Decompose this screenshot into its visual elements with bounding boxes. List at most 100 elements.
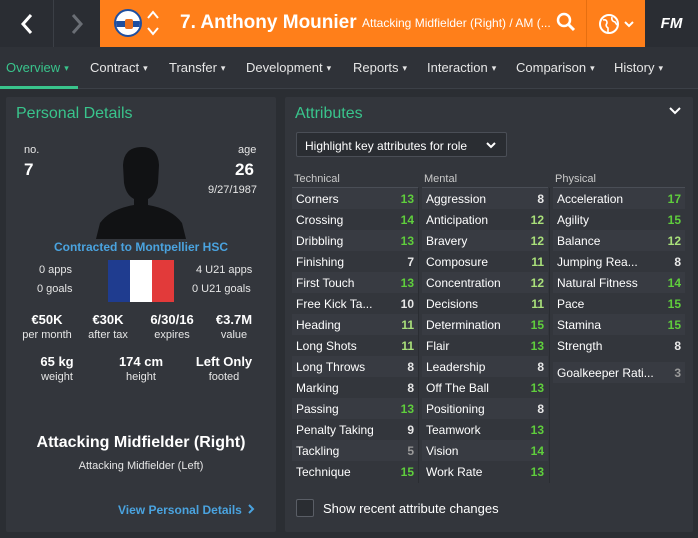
attribute-value: 13 [400,234,414,248]
show-recent-changes-checkbox[interactable] [296,499,314,517]
attribute-name: Strength [557,339,603,353]
tab-interaction[interactable]: Interaction ▾ [427,60,496,75]
attribute-name: Anticipation [426,213,489,227]
attribute-value: 8 [407,381,414,395]
age-value: 26 [235,160,254,179]
tab-contract[interactable]: Contract ▾ [90,60,148,75]
attribute-name: Balance [557,234,601,248]
attribute-row[interactable]: Heading 11 [292,314,418,335]
attribute-row[interactable]: Determination 15 [422,314,548,335]
search-icon[interactable] [556,12,576,32]
club-badge-icon[interactable] [114,9,142,37]
tab-comparison[interactable]: Comparison ▾ [516,60,595,75]
attribute-name: Tackling [296,444,340,458]
attribute-row[interactable]: Natural Fitness 14 [553,272,685,293]
attribute-value: 8 [537,192,544,206]
tab-reports[interactable]: Reports ▾ [353,60,407,75]
attribute-row[interactable]: Agility 15 [553,209,685,230]
attribute-name: Off The Ball [426,381,489,395]
attribute-row[interactable]: Finishing 7 [292,251,418,272]
attributes-title: Attributes [295,105,363,122]
tab-history[interactable]: History ▾ [614,60,663,75]
chevron-right-icon [71,13,84,34]
attribute-row[interactable]: Dribbling 13 [292,230,418,251]
attribute-value: 15 [530,318,544,332]
tab-transfer[interactable]: Transfer ▾ [169,60,225,75]
attribute-row[interactable]: Concentration 12 [422,272,548,293]
attribute-value: 17 [667,192,681,206]
player-header: 7. Anthony Mounier Attacking Midfielder … [100,0,645,47]
player-position-subtitle: Attacking Midfielder (Right) / AM (... [362,16,551,30]
attribute-row[interactable]: Jumping Rea... 8 [553,251,685,272]
tab-overview[interactable]: Overview ▾ [6,60,69,75]
attribute-name: Concentration [426,276,501,290]
collapse-chevron-icon[interactable] [669,107,681,115]
attribute-column-heading: Technical [294,173,340,185]
attribute-name: Decisions [426,297,479,311]
attribute-row[interactable]: Strength 8 [553,335,685,356]
top-bar: 7. Anthony Mounier Attacking Midfielder … [0,0,698,47]
attribute-value: 11 [531,255,544,269]
view-personal-details-link[interactable]: View Personal Details [118,503,255,517]
tab-development[interactable]: Development ▾ [246,60,331,75]
attribute-row[interactable]: Passing 13 [292,398,418,419]
column-divider [549,188,550,483]
nationality-flag-icon[interactable] [108,260,174,302]
back-button[interactable] [0,0,54,47]
attribute-value: 7 [407,255,414,269]
attribute-row[interactable]: Tackling 5 [292,440,418,461]
attribute-row[interactable]: Penalty Taking 9 [292,419,418,440]
secondary-position: Attacking Midfielder (Left) [78,460,204,472]
attribute-row[interactable]: Work Rate 13 [422,461,548,482]
attribute-row[interactable]: Composure 11 [422,251,548,272]
attribute-row[interactable]: Off The Ball 13 [422,377,548,398]
attribute-column-heading: Physical [555,173,596,185]
contract-expiry-stat: 6/30/16 expires [150,312,194,341]
attribute-name: Teamwork [426,423,481,437]
attribute-value: 13 [530,339,544,353]
attribute-row[interactable]: Stamina 15 [553,314,685,335]
attribute-row[interactable]: Teamwork 13 [422,419,548,440]
attribute-row[interactable]: Vision 14 [422,440,548,461]
attribute-row[interactable]: Decisions 11 [422,293,548,314]
attribute-row[interactable]: Free Kick Ta... 10 [292,293,418,314]
attribute-row[interactable]: Corners 13 [292,188,418,209]
attribute-row[interactable]: First Touch 13 [292,272,418,293]
attribute-name: Goalkeeper Rati... [557,366,654,380]
attribute-value: 12 [530,213,544,227]
player-silhouette-icon [96,147,186,239]
attribute-row[interactable]: Leadership 8 [422,356,548,377]
attribute-value: 14 [530,444,544,458]
attribute-name: Passing [296,402,339,416]
attribute-row[interactable]: Pace 15 [553,293,685,314]
chevron-down-icon [624,20,634,27]
attribute-row[interactable]: Balance 12 [553,230,685,251]
attribute-row[interactable]: Goalkeeper Rati... 3 [553,362,685,383]
attribute-value: 15 [667,297,681,311]
attribute-row[interactable]: Long Shots 11 [292,335,418,356]
attribute-column-heading: Mental [424,173,458,185]
world-menu-button[interactable] [586,0,645,47]
attribute-row[interactable]: Marking 8 [292,377,418,398]
highlight-role-dropdown[interactable]: Highlight key attributes for role [296,132,507,157]
attribute-row[interactable]: Technique 15 [292,461,418,482]
contract-club-link[interactable]: Contracted to Montpellier HSC [6,240,276,254]
globe-icon [599,13,619,34]
attribute-row[interactable]: Positioning 8 [422,398,548,419]
attribute-row[interactable]: Flair 13 [422,335,548,356]
attribute-value: 13 [400,402,414,416]
attribute-row[interactable]: Anticipation 12 [422,209,548,230]
attribute-value: 12 [530,234,544,248]
date-of-birth: 9/27/1987 [208,184,257,196]
attribute-name: Free Kick Ta... [296,297,373,311]
attribute-row[interactable]: Aggression 8 [422,188,548,209]
attribute-name: Heading [296,318,341,332]
attribute-value: 15 [667,213,681,227]
attribute-row[interactable]: Crossing 14 [292,209,418,230]
attribute-row[interactable]: Acceleration 17 [553,188,685,209]
attribute-value: 3 [674,366,681,380]
up-down-arrows-icon[interactable] [146,8,160,38]
attribute-row[interactable]: Long Throws 8 [292,356,418,377]
forward-button[interactable] [54,0,100,47]
attribute-row[interactable]: Bravery 12 [422,230,548,251]
